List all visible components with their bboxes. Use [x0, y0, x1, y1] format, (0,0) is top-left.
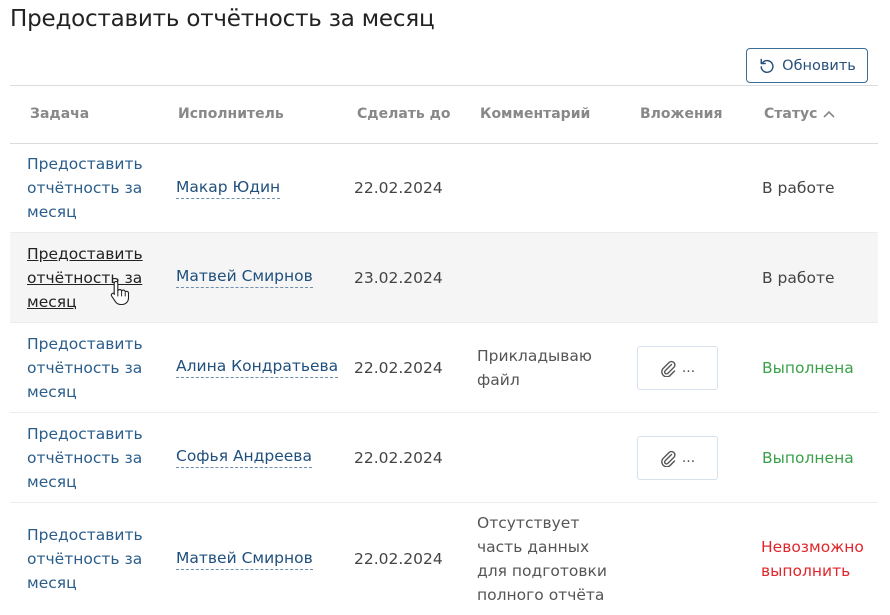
attachment-button[interactable]: ...	[637, 435, 718, 480]
sort-ascending-icon[interactable]	[823, 110, 835, 118]
status-badge: Выполнена	[762, 358, 854, 377]
table-row[interactable]: Предоставить отчётность за месяц Софья А…	[10, 413, 878, 503]
column-header-attachments[interactable]: Вложения	[640, 106, 722, 122]
assignee-link[interactable]: Софья Андреева	[176, 447, 312, 468]
tasks-table: Задача Исполнитель Сделать до Комментари…	[10, 85, 878, 615]
status-badge: В работе	[762, 268, 835, 287]
paperclip-icon	[660, 450, 676, 467]
table-header: Задача Исполнитель Сделать до Комментари…	[10, 86, 878, 144]
task-link[interactable]: Предоставить отчётность за месяц	[27, 523, 147, 595]
table-row[interactable]: Предоставить отчётность за месяц Матвей …	[10, 233, 878, 323]
refresh-icon	[760, 58, 774, 73]
column-header-status-label: Статус	[764, 106, 818, 122]
task-link[interactable]: Предоставить отчётность за месяц	[27, 152, 147, 224]
comment-text: Отсутствует часть данных для подготовки …	[477, 514, 607, 604]
column-header-due[interactable]: Сделать до	[357, 106, 451, 122]
due-date: 22.02.2024	[354, 358, 443, 377]
assignee-link[interactable]: Макар Юдин	[176, 178, 281, 199]
task-link[interactable]: Предоставить отчётность за месяц	[27, 242, 147, 314]
table-row[interactable]: Предоставить отчётность за месяц Макар Ю…	[10, 144, 878, 233]
column-header-assignee[interactable]: Исполнитель	[178, 106, 284, 122]
paperclip-icon	[660, 360, 676, 377]
table-row[interactable]: Предоставить отчётность за месяц Алина К…	[10, 323, 878, 413]
column-header-comment[interactable]: Комментарий	[480, 106, 590, 122]
attachment-label: ...	[681, 449, 696, 466]
status-badge: В работе	[762, 179, 835, 197]
due-date: 22.02.2024	[354, 550, 443, 568]
task-link[interactable]: Предоставить отчётность за месяц	[27, 332, 147, 404]
refresh-button[interactable]: Обновить	[746, 48, 868, 83]
page-title: Предоставить отчётность за месяц	[10, 6, 435, 32]
assignee-link[interactable]: Алина Кондратьева	[176, 357, 339, 378]
attachment-label: ...	[681, 359, 696, 376]
table-row[interactable]: Предоставить отчётность за месяц Матвей …	[10, 503, 878, 615]
status-badge: Выполнена	[762, 448, 854, 467]
status-badge: Невозможно выполнить	[761, 538, 864, 580]
assignee-link[interactable]: Матвей Смирнов	[176, 549, 313, 570]
column-header-task[interactable]: Задача	[30, 106, 89, 122]
column-header-status[interactable]: Статус	[764, 106, 835, 122]
due-date: 22.02.2024	[354, 179, 443, 197]
assignee-link[interactable]: Матвей Смирнов	[176, 267, 313, 288]
attachment-button[interactable]: ...	[637, 345, 718, 390]
comment-text: Прикладываю файл	[477, 346, 592, 389]
task-link[interactable]: Предоставить отчётность за месяц	[27, 422, 147, 494]
due-date: 22.02.2024	[354, 448, 443, 467]
refresh-button-label: Обновить	[782, 57, 856, 74]
due-date: 23.02.2024	[354, 268, 443, 287]
